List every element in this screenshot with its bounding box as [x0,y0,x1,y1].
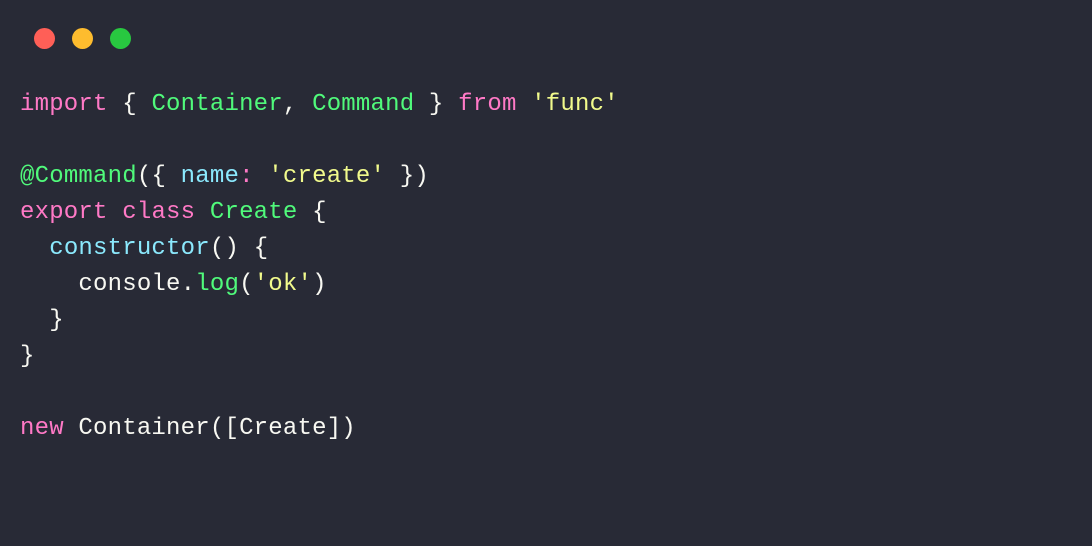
dot: . [181,271,196,298]
class-create: Create [210,199,298,226]
string-ok: 'ok' [254,271,312,298]
keyword-new: new [20,415,64,442]
decorator-at: @ [20,163,35,190]
string-func: 'func' [531,91,619,118]
keyword-export: export [20,199,108,226]
keyword-from: from [458,91,516,118]
prop-name: name [181,163,239,190]
paren-open: ( [210,415,225,442]
comma: , [283,91,298,118]
colon: : [239,163,254,190]
brace-open: { [122,91,137,118]
keyword-import: import [20,91,108,118]
bracket-open: [ [224,415,239,442]
paren-close: ) [224,235,239,262]
bracket-close: ] [327,415,342,442]
identifier-container: Container [151,91,282,118]
brace-close: } [49,307,64,334]
paren-open: ( [239,271,254,298]
paren-open: ( [137,163,152,190]
identifier-console: console [78,271,180,298]
string-create: 'create' [268,163,385,190]
window-controls [0,0,1092,49]
minimize-icon[interactable] [72,28,93,49]
brace-close: } [20,343,35,370]
decorator-command: Command [35,163,137,190]
constructor: constructor [49,235,210,262]
close-icon[interactable] [34,28,55,49]
paren-open: ( [210,235,225,262]
paren-close: ) [414,163,429,190]
paren-close: ) [341,415,356,442]
brace-open: { [312,199,327,226]
keyword-class: class [122,199,195,226]
brace-close: } [429,91,444,118]
brace-open: { [151,163,166,190]
brace-open: { [254,235,269,262]
brace-close: } [400,163,415,190]
method-log: log [195,271,239,298]
paren-close: ) [312,271,327,298]
maximize-icon[interactable] [110,28,131,49]
identifier-container: Container [78,415,209,442]
code-block: import { Container, Command } from 'func… [0,49,1092,447]
identifier-create: Create [239,415,327,442]
identifier-command: Command [312,91,414,118]
